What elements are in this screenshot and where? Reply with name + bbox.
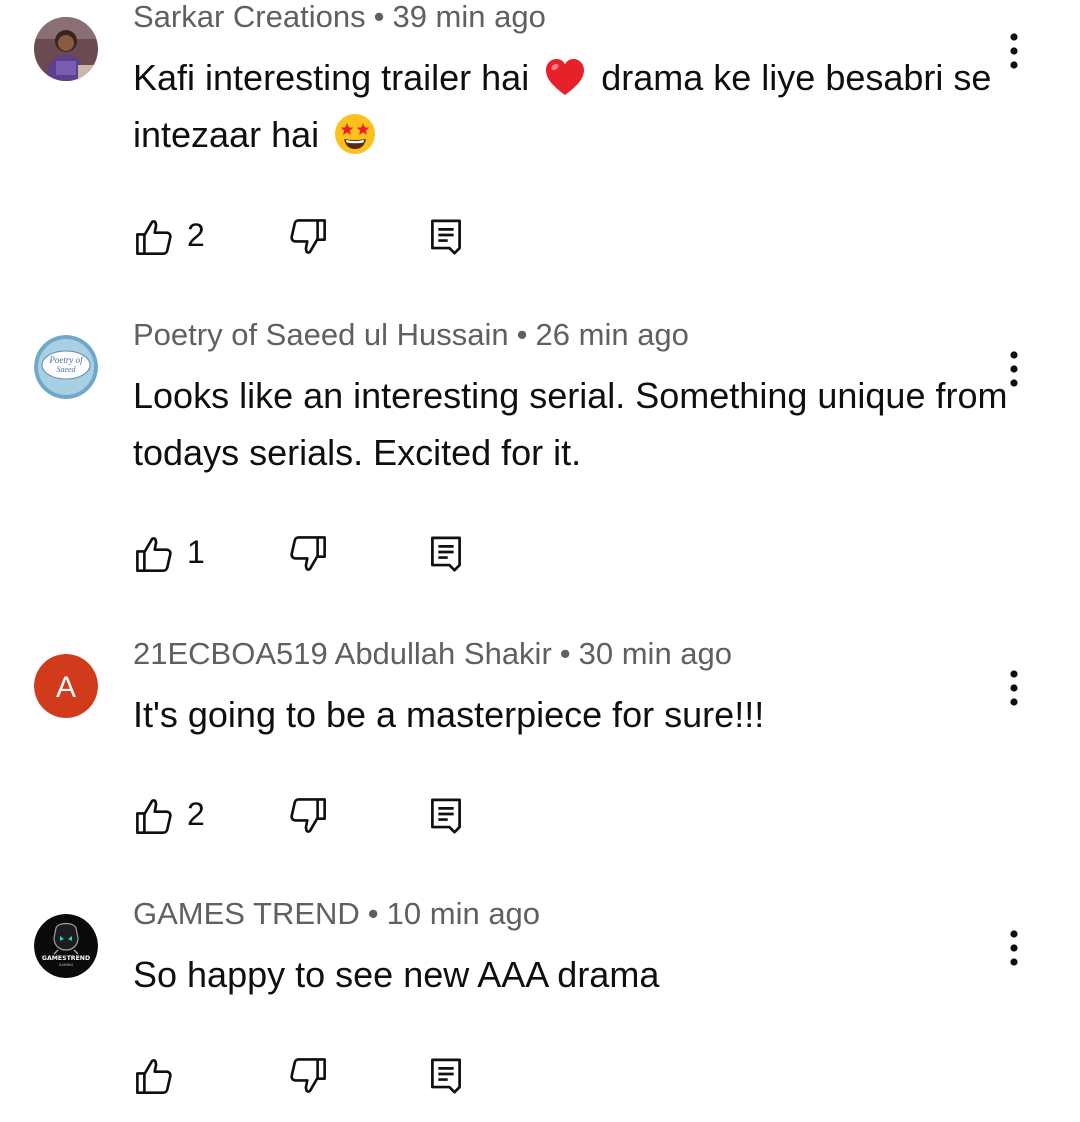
letter-avatar-icon: A: [34, 654, 98, 718]
thumbs-down-icon[interactable]: [287, 1055, 329, 1097]
more-vertical-icon[interactable]: [998, 31, 1030, 71]
comment-time: 10 min ago: [386, 896, 541, 931]
comment-time: 39 min ago: [392, 0, 546, 34]
separator-dot: •: [367, 896, 379, 931]
avatar-letter: A: [56, 671, 76, 704]
comment-text: It's going to be a masterpiece for sure!…: [133, 694, 765, 735]
thumbs-down-icon[interactable]: [287, 533, 329, 575]
avatar-text-1: Poetry of: [48, 355, 84, 365]
comment-time: 26 min ago: [535, 317, 689, 352]
comment-text: So happy to see new AAA drama: [133, 954, 660, 995]
comment-meta: 21ECBOA519 Abdullah Shakir • 30 min ago: [133, 636, 732, 672]
comment-meta: Poetry of Saeed ul Hussain • 26 min ago: [133, 317, 689, 353]
reply-comment-icon[interactable]: [429, 533, 463, 575]
more-vertical-icon[interactable]: [998, 349, 1030, 389]
comment-text-part-1: Kafi interesting trailer hai: [133, 57, 530, 98]
more-vertical-icon[interactable]: [998, 928, 1030, 968]
comment-text: Kafi interesting trailer hai drama ke li…: [133, 49, 1013, 163]
author-name[interactable]: 21ECBOA519 Abdullah Shakir: [133, 636, 552, 671]
more-vertical-icon[interactable]: [998, 668, 1030, 708]
comment-text: Looks like an interesting serial. Someth…: [133, 375, 1008, 473]
comment-meta: Sarkar Creations • 39 min ago: [133, 0, 546, 35]
avatar-text-1: GAMESTREND: [42, 955, 90, 962]
photo-avatar-icon: [34, 17, 98, 81]
thumbs-up-icon[interactable]: [133, 795, 175, 837]
comment-time: 30 min ago: [578, 636, 733, 671]
avatar-text-2: Saeed: [56, 365, 76, 374]
thumbs-up-icon[interactable]: [133, 216, 175, 258]
reply-comment-icon[interactable]: [429, 795, 463, 837]
thumbs-up-icon[interactable]: [133, 533, 175, 575]
author-name[interactable]: Poetry of Saeed ul Hussain: [133, 317, 509, 352]
avatar[interactable]: GAMESTREND GAMING: [34, 914, 98, 978]
separator-dot: •: [516, 317, 528, 352]
reply-comment-icon[interactable]: [429, 216, 463, 258]
like-count: 1: [187, 534, 205, 570]
avatar[interactable]: A: [34, 654, 98, 718]
red-heart-emoji-icon: [546, 59, 585, 95]
like-count: 2: [187, 217, 205, 253]
gamestrend-logo-avatar-icon: GAMESTREND GAMING: [34, 914, 98, 978]
star-struck-emoji-icon: [335, 114, 376, 154]
thumbs-down-icon[interactable]: [287, 216, 329, 258]
author-name[interactable]: GAMES TREND: [133, 896, 360, 931]
comment-meta: GAMES TREND • 10 min ago: [133, 896, 540, 932]
reply-comment-icon[interactable]: [429, 1055, 463, 1097]
separator-dot: •: [559, 636, 571, 671]
avatar[interactable]: [34, 17, 98, 81]
author-name[interactable]: Sarkar Creations: [133, 0, 366, 34]
poetry-logo-avatar-icon: Poetry of Saeed: [34, 335, 98, 399]
thumbs-up-icon[interactable]: [133, 1055, 175, 1097]
like-count: 2: [187, 796, 205, 832]
avatar-text-2: GAMING: [59, 963, 74, 967]
thumbs-down-icon[interactable]: [287, 795, 329, 837]
separator-dot: •: [373, 0, 385, 34]
avatar[interactable]: Poetry of Saeed: [34, 335, 98, 399]
